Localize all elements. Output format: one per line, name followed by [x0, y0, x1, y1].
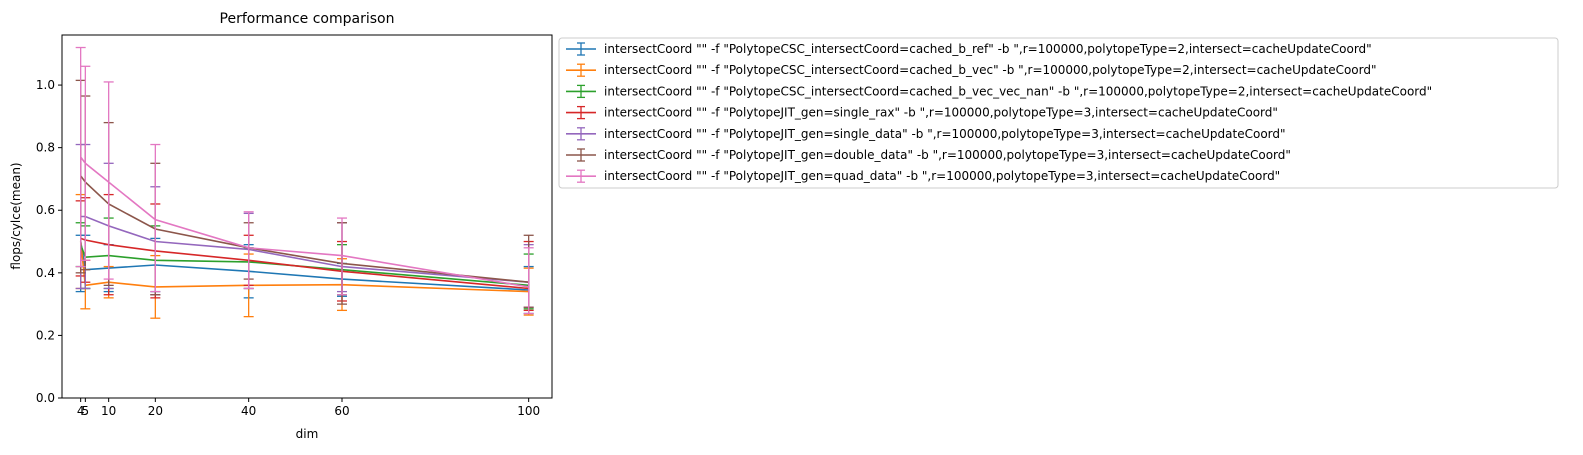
- series-1: [75, 234, 534, 315]
- legend-label: intersectCoord "" -f "PolytopeJIT_gen=si…: [604, 106, 1278, 120]
- legend-label: intersectCoord "" -f "PolytopeCSC_inters…: [604, 63, 1377, 77]
- series-line: [80, 237, 529, 290]
- y-tick-label: 0.0: [36, 391, 55, 405]
- x-axis-label: dim: [296, 427, 319, 441]
- legend-item: intersectCoord "" -f "PolytopeCSC_inters…: [566, 63, 1377, 77]
- plot-area-frame: [61, 34, 553, 399]
- x-tick-label: 60: [334, 404, 349, 418]
- y-tick-label: 0.4: [36, 266, 55, 280]
- legend-item: intersectCoord "" -f "PolytopeCSC_inters…: [566, 42, 1372, 56]
- legend-item: intersectCoord "" -f "PolytopeJIT_gen=qu…: [566, 169, 1280, 183]
- legend-item: intersectCoord "" -f "PolytopeJIT_gen=si…: [566, 127, 1286, 141]
- legend-label: intersectCoord "" -f "PolytopeJIT_gen=si…: [604, 127, 1286, 141]
- legend-label: intersectCoord "" -f "PolytopeCSC_inters…: [604, 42, 1372, 56]
- series-6: [75, 79, 534, 308]
- y-tick-label: 0.6: [36, 203, 55, 217]
- x-tick-label: 40: [241, 404, 256, 418]
- x-tick-label: 20: [148, 404, 163, 418]
- series-3: [75, 217, 534, 310]
- x-tick-label: 5: [82, 404, 90, 418]
- x-tick-label: 100: [517, 404, 540, 418]
- legend-label: intersectCoord "" -f "PolytopeCSC_inters…: [604, 84, 1432, 98]
- y-axis: 0.0 0.2 0.4 0.6 0.8 1.0: [36, 78, 62, 405]
- legend-item: intersectCoord "" -f "PolytopeJIT_gen=si…: [566, 106, 1278, 120]
- x-tick-label: 10: [101, 404, 116, 418]
- legend-label: intersectCoord "" -f "PolytopeJIT_gen=do…: [604, 148, 1291, 162]
- legend: intersectCoord "" -f "PolytopeCSC_inters…: [558, 37, 1559, 189]
- legend-label: intersectCoord "" -f "PolytopeJIT_gen=qu…: [604, 169, 1280, 183]
- legend-item: intersectCoord "" -f "PolytopeJIT_gen=do…: [566, 148, 1291, 162]
- y-tick-label: 0.2: [36, 328, 55, 342]
- series-7: [75, 46, 534, 315]
- chart: 45 10 20 40 60 100 0.00.20.40.60.81.0 Perform…: [9, 11, 1559, 441]
- legend-item: intersectCoord "" -f "PolytopeCSC_inters…: [566, 84, 1432, 98]
- y-axis-label: flops/cylce(mean): [9, 162, 23, 269]
- chart-title: Performance comparison: [220, 11, 395, 27]
- y-tick-label: 1.0: [36, 78, 55, 92]
- x-axis: 45 10 20 40 60 100: [77, 398, 540, 418]
- y-tick-label: 0.8: [36, 141, 55, 155]
- series-layer: [75, 46, 534, 319]
